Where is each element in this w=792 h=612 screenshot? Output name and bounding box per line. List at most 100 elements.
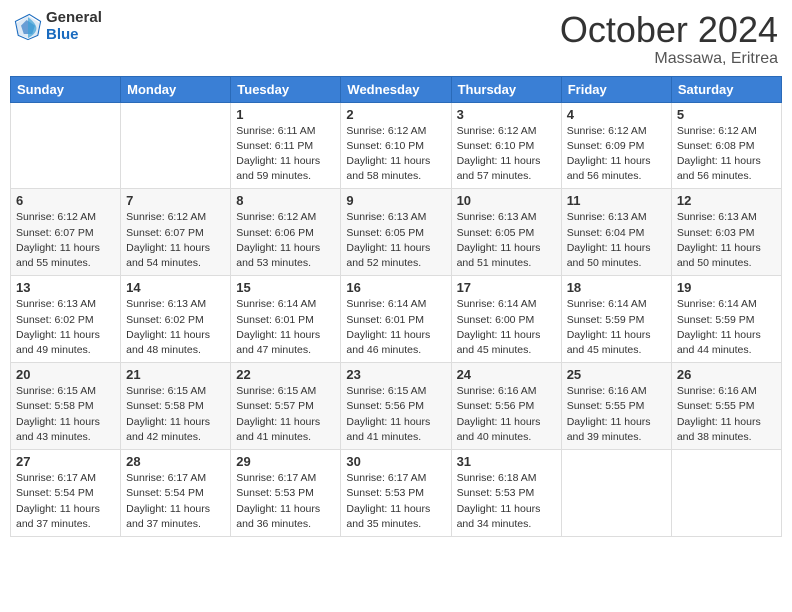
day-info: Sunrise: 6:13 AMSunset: 6:03 PMDaylight:… [677, 210, 776, 271]
day-info: Sunrise: 6:16 AMSunset: 5:56 PMDaylight:… [457, 384, 556, 445]
day-number: 7 [126, 193, 225, 208]
logo-icon [14, 13, 42, 41]
day-number: 10 [457, 193, 556, 208]
day-info: Sunrise: 6:17 AMSunset: 5:53 PMDaylight:… [236, 471, 335, 532]
day-number: 18 [567, 280, 666, 295]
calendar-cell: 30 Sunrise: 6:17 AMSunset: 5:53 PMDayligh… [341, 450, 451, 537]
calendar-cell: 1 Sunrise: 6:11 AMSunset: 6:11 PMDaylight… [231, 102, 341, 189]
day-info: Sunrise: 6:15 AMSunset: 5:57 PMDaylight:… [236, 384, 335, 445]
day-info: Sunrise: 6:17 AMSunset: 5:54 PMDaylight:… [126, 471, 225, 532]
calendar-cell: 23 Sunrise: 6:15 AMSunset: 5:56 PMDayligh… [341, 363, 451, 450]
day-info: Sunrise: 6:12 AMSunset: 6:06 PMDaylight:… [236, 210, 335, 271]
day-number: 31 [457, 454, 556, 469]
logo-text: General Blue [46, 10, 102, 43]
calendar-cell: 27 Sunrise: 6:17 AMSunset: 5:54 PMDayligh… [11, 450, 121, 537]
day-info: Sunrise: 6:12 AMSunset: 6:09 PMDaylight:… [567, 124, 666, 185]
day-info: Sunrise: 6:12 AMSunset: 6:07 PMDaylight:… [16, 210, 115, 271]
calendar-week-row: 20 Sunrise: 6:15 AMSunset: 5:58 PMDayligh… [11, 363, 782, 450]
month-title: October 2024 [560, 10, 778, 50]
day-info: Sunrise: 6:17 AMSunset: 5:53 PMDaylight:… [346, 471, 445, 532]
day-info: Sunrise: 6:15 AMSunset: 5:58 PMDaylight:… [126, 384, 225, 445]
day-number: 17 [457, 280, 556, 295]
calendar-cell: 3Sunrise: 6:12 AMSunset: 6:10 PMDaylight… [451, 102, 561, 189]
day-number: 28 [126, 454, 225, 469]
day-number: 30 [346, 454, 445, 469]
calendar-cell: 20Sunrise: 6:15 AMSunset: 5:58 PMDayligh… [11, 363, 121, 450]
day-number: 4 [567, 107, 666, 122]
day-info: Sunrise: 6:13 AMSunset: 6:02 PMDaylight:… [16, 297, 115, 358]
day-number: 20 [16, 367, 115, 382]
weekday-header-thursday: Thursday [451, 76, 561, 102]
logo-general-text: General [46, 10, 102, 27]
day-info: Sunrise: 6:14 AMSunset: 6:01 PMDaylight:… [236, 297, 335, 358]
day-number: 5 [677, 107, 776, 122]
day-info: Sunrise: 6:14 AMSunset: 6:00 PMDaylight:… [457, 297, 556, 358]
day-info: Sunrise: 6:13 AMSunset: 6:02 PMDaylight:… [126, 297, 225, 358]
day-number: 21 [126, 367, 225, 382]
page-header: General Blue October 2024 Massawa, Eritr… [10, 10, 782, 68]
calendar-cell: 2Sunrise: 6:12 AMSunset: 6:10 PMDaylight… [341, 102, 451, 189]
day-number: 22 [236, 367, 335, 382]
day-number: 25 [567, 367, 666, 382]
day-info: Sunrise: 6:14 AMSunset: 6:01 PMDaylight:… [346, 297, 445, 358]
calendar-cell [11, 102, 121, 189]
calendar-week-row: 1 Sunrise: 6:11 AMSunset: 6:11 PMDaylight… [11, 102, 782, 189]
logo-blue-text: Blue [46, 27, 102, 44]
day-info: Sunrise: 6:11 AMSunset: 6:11 PMDaylight:… [236, 124, 335, 185]
calendar-cell: 19 Sunrise: 6:14 AMSunset: 5:59 PMDayligh… [671, 276, 781, 363]
day-number: 9 [346, 193, 445, 208]
day-number: 24 [457, 367, 556, 382]
calendar-cell: 29 Sunrise: 6:17 AMSunset: 5:53 PMDayligh… [231, 450, 341, 537]
weekday-header-sunday: Sunday [11, 76, 121, 102]
calendar-cell: 12 Sunrise: 6:13 AMSunset: 6:03 PMDayligh… [671, 189, 781, 276]
calendar-cell: 10Sunrise: 6:13 AMSunset: 6:05 PMDayligh… [451, 189, 561, 276]
calendar-week-row: 13 Sunrise: 6:13 AMSunset: 6:02 PMDayligh… [11, 276, 782, 363]
calendar-cell: 5 Sunrise: 6:12 AMSunset: 6:08 PMDaylight… [671, 102, 781, 189]
day-info: Sunrise: 6:14 AMSunset: 5:59 PMDaylight:… [677, 297, 776, 358]
day-info: Sunrise: 6:17 AMSunset: 5:54 PMDaylight:… [16, 471, 115, 532]
day-info: Sunrise: 6:12 AMSunset: 6:10 PMDaylight:… [346, 124, 445, 185]
day-info: Sunrise: 6:18 AMSunset: 5:53 PMDaylight:… [457, 471, 556, 532]
calendar-cell: 6Sunrise: 6:12 AMSunset: 6:07 PMDaylight… [11, 189, 121, 276]
calendar-table: SundayMondayTuesdayWednesdayThursdayFrid… [10, 76, 782, 537]
day-number: 29 [236, 454, 335, 469]
calendar-cell: 24 Sunrise: 6:16 AMSunset: 5:56 PMDayligh… [451, 363, 561, 450]
weekday-header-wednesday: Wednesday [341, 76, 451, 102]
day-info: Sunrise: 6:15 AMSunset: 5:56 PMDaylight:… [346, 384, 445, 445]
weekday-header-friday: Friday [561, 76, 671, 102]
calendar-cell: 18Sunrise: 6:14 AMSunset: 5:59 PMDayligh… [561, 276, 671, 363]
calendar-cell: 9 Sunrise: 6:13 AMSunset: 6:05 PMDaylight… [341, 189, 451, 276]
day-info: Sunrise: 6:13 AMSunset: 6:05 PMDaylight:… [346, 210, 445, 271]
calendar-cell: 11Sunrise: 6:13 AMSunset: 6:04 PMDayligh… [561, 189, 671, 276]
calendar-cell [561, 450, 671, 537]
day-number: 1 [236, 107, 335, 122]
calendar-week-row: 6Sunrise: 6:12 AMSunset: 6:07 PMDaylight… [11, 189, 782, 276]
day-number: 23 [346, 367, 445, 382]
day-info: Sunrise: 6:13 AMSunset: 6:04 PMDaylight:… [567, 210, 666, 271]
calendar-cell: 28 Sunrise: 6:17 AMSunset: 5:54 PMDayligh… [121, 450, 231, 537]
day-number: 13 [16, 280, 115, 295]
calendar-cell: 7 Sunrise: 6:12 AMSunset: 6:07 PMDaylight… [121, 189, 231, 276]
calendar-cell [671, 450, 781, 537]
day-info: Sunrise: 6:12 AMSunset: 6:07 PMDaylight:… [126, 210, 225, 271]
weekday-header-monday: Monday [121, 76, 231, 102]
calendar-cell: 26Sunrise: 6:16 AMSunset: 5:55 PMDayligh… [671, 363, 781, 450]
day-number: 27 [16, 454, 115, 469]
day-info: Sunrise: 6:16 AMSunset: 5:55 PMDaylight:… [567, 384, 666, 445]
day-info: Sunrise: 6:12 AMSunset: 6:08 PMDaylight:… [677, 124, 776, 185]
day-number: 26 [677, 367, 776, 382]
day-number: 19 [677, 280, 776, 295]
weekday-header-saturday: Saturday [671, 76, 781, 102]
day-number: 12 [677, 193, 776, 208]
calendar-cell: 17 Sunrise: 6:14 AMSunset: 6:00 PMDayligh… [451, 276, 561, 363]
day-number: 16 [346, 280, 445, 295]
calendar-cell: 25 Sunrise: 6:16 AMSunset: 5:55 PMDayligh… [561, 363, 671, 450]
calendar-cell: 4 Sunrise: 6:12 AMSunset: 6:09 PMDaylight… [561, 102, 671, 189]
calendar-cell: 15Sunrise: 6:14 AMSunset: 6:01 PMDayligh… [231, 276, 341, 363]
calendar-cell: 21 Sunrise: 6:15 AMSunset: 5:58 PMDayligh… [121, 363, 231, 450]
logo: General Blue [14, 10, 102, 43]
calendar-cell: 31 Sunrise: 6:18 AMSunset: 5:53 PMDayligh… [451, 450, 561, 537]
calendar-week-row: 27 Sunrise: 6:17 AMSunset: 5:54 PMDayligh… [11, 450, 782, 537]
calendar-cell [121, 102, 231, 189]
day-number: 3 [457, 107, 556, 122]
